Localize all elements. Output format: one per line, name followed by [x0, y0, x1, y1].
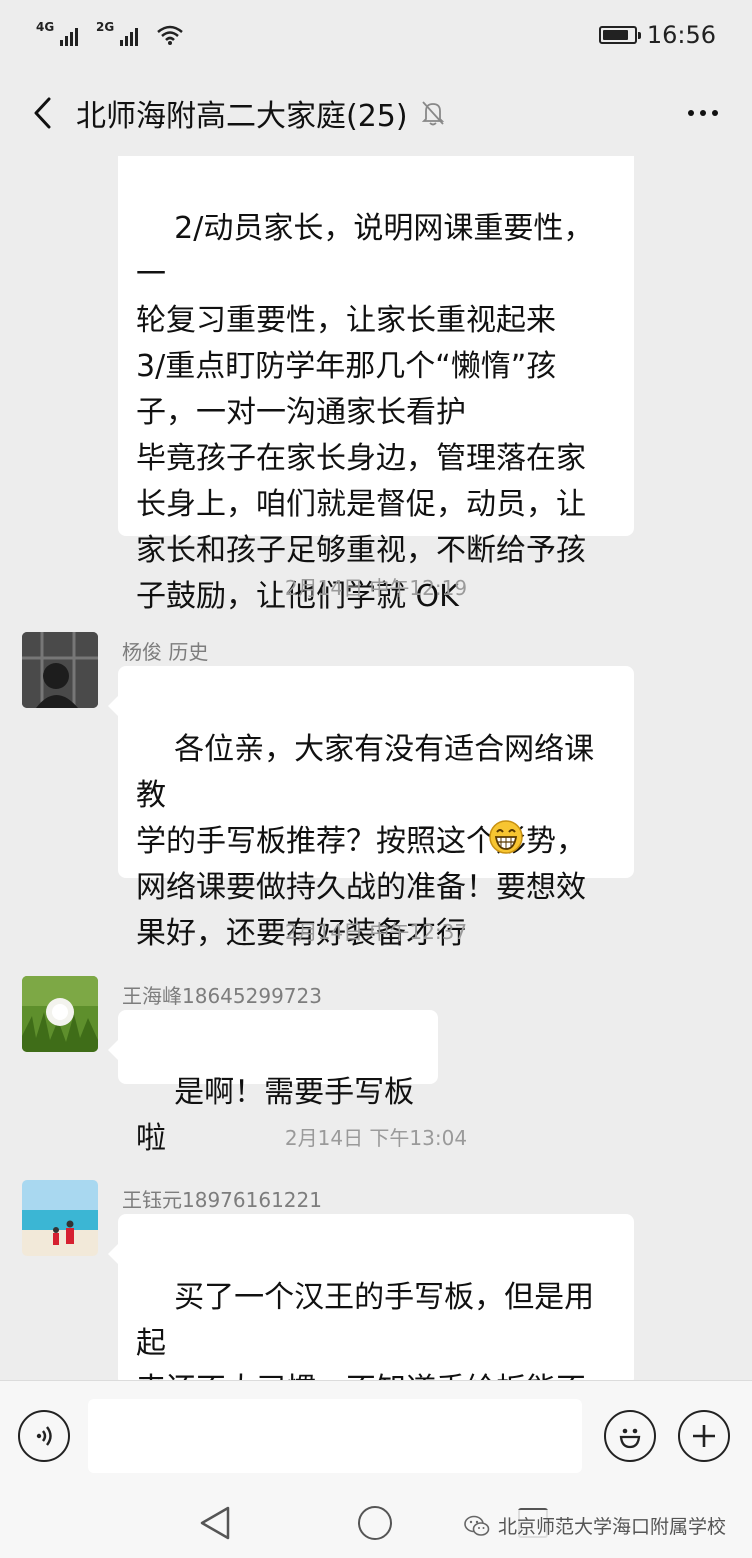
watermark: 北京师范大学海口附属学校 [459, 1510, 730, 1541]
avatar[interactable] [22, 632, 98, 708]
more-dots-icon [688, 110, 694, 116]
chat-title: 北师海附高二大家庭(25) [76, 99, 408, 134]
sender-name: 王海峰18645299723 [122, 984, 322, 1008]
grinning-face-icon [489, 820, 523, 854]
input-bar [0, 1380, 752, 1490]
status-bar: 4G 2G 16:56 [0, 0, 752, 70]
system-navigation-bar: 北京师范大学海口附属学校 [0, 1490, 752, 1558]
chat-messages[interactable]: 2/动员家长，说明网课重要性，一 轮复习重要性，让家长重视起来 3/重点盯防学年… [0, 156, 752, 1380]
timestamp: 2月14日 中午12:37 [284, 920, 468, 944]
sender-name: 杨俊 历史 [122, 640, 209, 664]
avatar[interactable] [22, 1180, 98, 1256]
clock: 16:56 [646, 21, 716, 49]
timestamp: 2月14日 中午12:19 [284, 576, 468, 600]
plus-icon [693, 1424, 715, 1447]
message-text: 买了一个汉王的手写板，但是用起 来还不太习惯，不知道手绘板能不 能好一些 [136, 1280, 595, 1380]
avatar[interactable] [22, 976, 98, 1052]
timestamp: 2月14日 下午13:04 [284, 1126, 468, 1150]
emoji-button[interactable] [604, 1409, 656, 1462]
sender-name: 王钰元18976161221 [122, 1188, 322, 1212]
wifi-icon [157, 25, 183, 45]
wechat-logo-icon [464, 1515, 490, 1536]
smile-icon [619, 1428, 641, 1448]
message-bubble[interactable]: 2/动员家长，说明网课重要性，一 轮复习重要性，让家长重视起来 3/重点盯防学年… [118, 156, 634, 614]
message-text: 2/动员家长，说明网课重要性，一 轮复习重要性，让家长重视起来 3/重点盯防学年… [136, 211, 594, 614]
more-button[interactable] [678, 93, 728, 133]
message-bubble[interactable]: 各位亲，大家有没有适合网络课教 学的手写板推荐？按照这个形势， 网络课要做持久战… [108, 666, 634, 951]
message-input[interactable] [88, 1398, 582, 1473]
battery-icon [598, 26, 641, 44]
cellular-signal-icon: 4G [36, 20, 78, 46]
bell-off-icon [421, 101, 444, 126]
network-type-label: 4G [36, 20, 55, 34]
nav-home-icon[interactable] [358, 1506, 392, 1540]
network-type-label-2: 2G [96, 20, 115, 34]
chevron-left-icon [34, 97, 51, 129]
nav-back-icon[interactable] [198, 1504, 232, 1542]
chat-header: 北师海附高二大家庭(25) [0, 70, 752, 156]
voice-button[interactable] [18, 1409, 70, 1462]
message-bubble[interactable]: 是啊！需要手写板啦 [108, 1010, 438, 1156]
more-actions-button[interactable] [678, 1409, 730, 1462]
cellular-signal-icon-2: 2G [96, 20, 138, 46]
back-button[interactable] [24, 88, 60, 138]
message-bubble[interactable]: 买了一个汉王的手写板，但是用起 来还不太习惯，不知道手绘板能不 能好一些 [108, 1214, 634, 1380]
watermark-text: 北京师范大学海口附属学校 [497, 1516, 726, 1538]
voice-icon [36, 1425, 52, 1446]
